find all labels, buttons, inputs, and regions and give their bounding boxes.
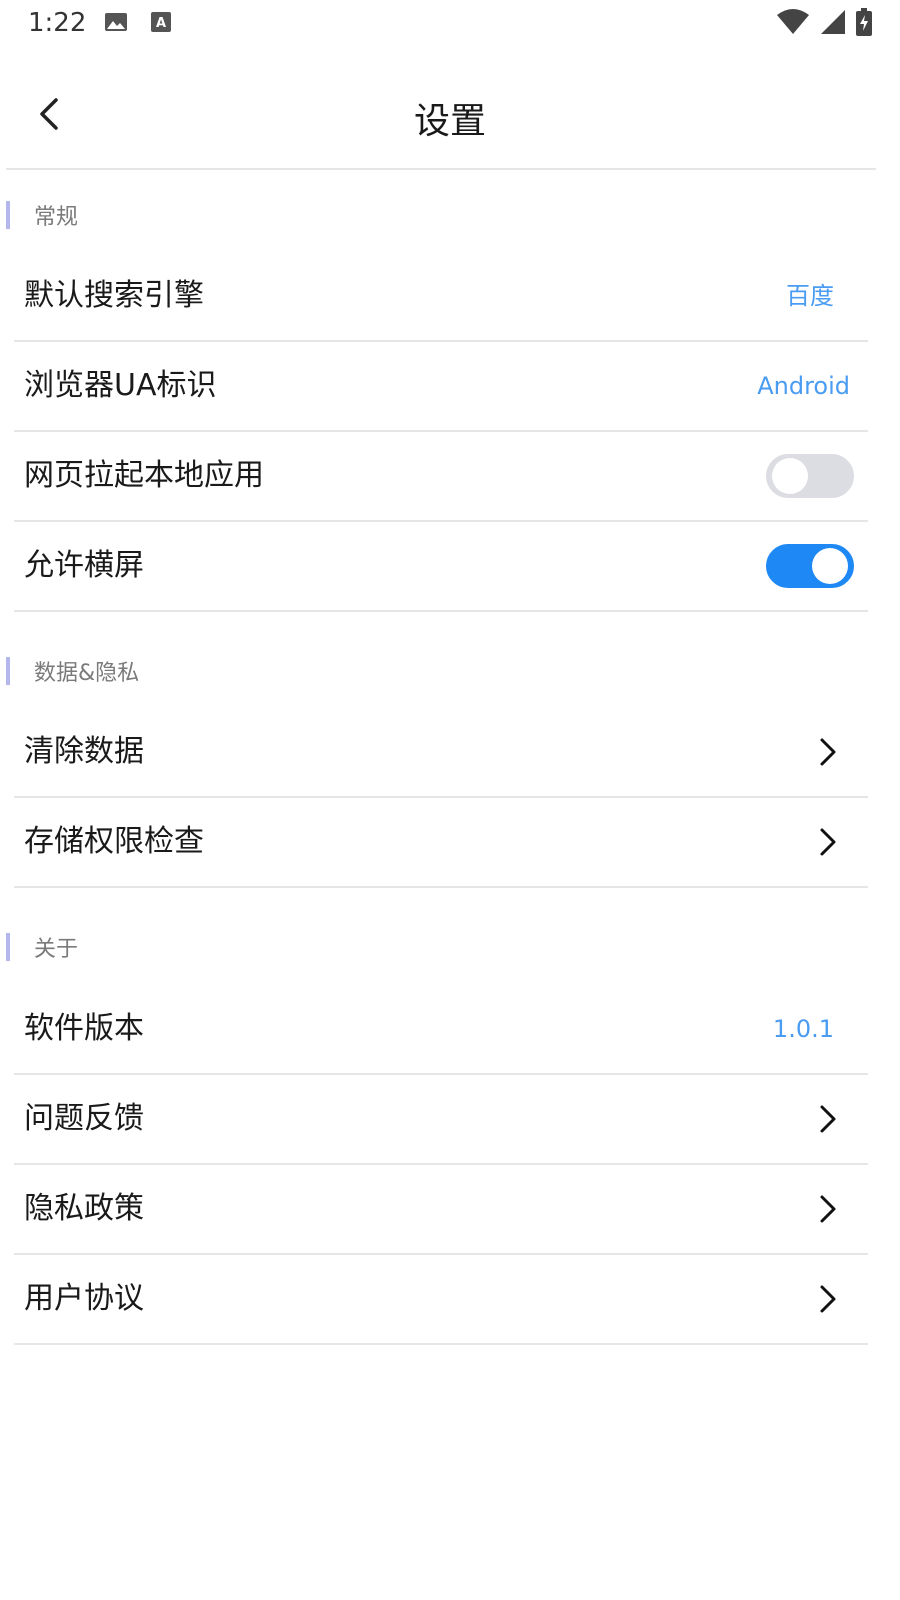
setting-label: 默认搜索引擎 bbox=[24, 278, 204, 313]
section-title: 关于 bbox=[34, 937, 79, 962]
section-title: 数据&隐私 bbox=[34, 661, 140, 686]
setting-row-ua[interactable]: 浏览器UA标识 Android bbox=[14, 342, 868, 432]
chevron-right-icon bbox=[820, 1195, 836, 1223]
setting-label: 问题反馈 bbox=[24, 1101, 144, 1136]
chevron-right-icon bbox=[820, 1285, 836, 1313]
image-icon bbox=[104, 10, 128, 38]
app-header: 设置 bbox=[0, 60, 900, 170]
setting-label: 存储权限检查 bbox=[24, 824, 204, 859]
page-title: 设置 bbox=[413, 101, 486, 142]
setting-row-privacy-policy[interactable]: 隐私政策 bbox=[14, 1165, 868, 1255]
toggle-knob bbox=[812, 548, 848, 584]
section-accent-bar bbox=[6, 201, 10, 229]
setting-row-search-engine[interactable]: 默认搜索引擎 百度 bbox=[14, 252, 868, 342]
setting-label: 网页拉起本地应用 bbox=[24, 458, 264, 493]
chevron-right-icon bbox=[820, 738, 836, 766]
setting-label: 允许横屏 bbox=[24, 548, 144, 583]
signal-icon bbox=[820, 9, 846, 39]
wifi-icon bbox=[776, 9, 810, 39]
setting-value: 1.0.1 bbox=[772, 1015, 834, 1043]
section-title: 常规 bbox=[34, 205, 79, 230]
section-accent-bar bbox=[6, 933, 10, 961]
svg-text:A: A bbox=[156, 16, 166, 31]
setting-row-version[interactable]: 软件版本 1.0.1 bbox=[14, 985, 868, 1075]
setting-label: 清除数据 bbox=[24, 734, 144, 769]
battery-charging-icon bbox=[856, 8, 872, 40]
setting-label: 用户协议 bbox=[24, 1281, 144, 1316]
section-header-general: 常规 bbox=[6, 200, 78, 230]
setting-label: 隐私政策 bbox=[24, 1191, 144, 1226]
chevron-right-icon bbox=[820, 828, 836, 856]
section-header-privacy: 数据&隐私 bbox=[6, 656, 139, 686]
setting-row-storage-check[interactable]: 存储权限检查 bbox=[14, 798, 868, 888]
setting-label: 软件版本 bbox=[24, 1011, 144, 1046]
toggle-knob bbox=[772, 458, 808, 494]
keyboard-a-icon: A bbox=[150, 10, 172, 38]
setting-row-feedback[interactable]: 问题反馈 bbox=[14, 1075, 868, 1165]
setting-value: 百度 bbox=[786, 282, 834, 310]
section-accent-bar bbox=[6, 657, 10, 685]
setting-label: 浏览器UA标识 bbox=[24, 368, 217, 403]
open-apps-toggle[interactable] bbox=[766, 454, 854, 498]
setting-row-clear-data[interactable]: 清除数据 bbox=[14, 708, 868, 798]
chevron-right-icon bbox=[820, 1105, 836, 1133]
setting-value: Android bbox=[757, 372, 850, 400]
header-divider bbox=[6, 168, 876, 170]
landscape-toggle[interactable] bbox=[766, 544, 854, 588]
setting-row-landscape: 允许横屏 bbox=[14, 522, 868, 612]
setting-row-user-agreement[interactable]: 用户协议 bbox=[14, 1255, 868, 1345]
setting-row-open-apps: 网页拉起本地应用 bbox=[14, 432, 868, 522]
status-time: 1:22 bbox=[28, 8, 87, 38]
section-header-about: 关于 bbox=[6, 932, 78, 962]
status-bar: 1:22 A bbox=[0, 0, 900, 48]
